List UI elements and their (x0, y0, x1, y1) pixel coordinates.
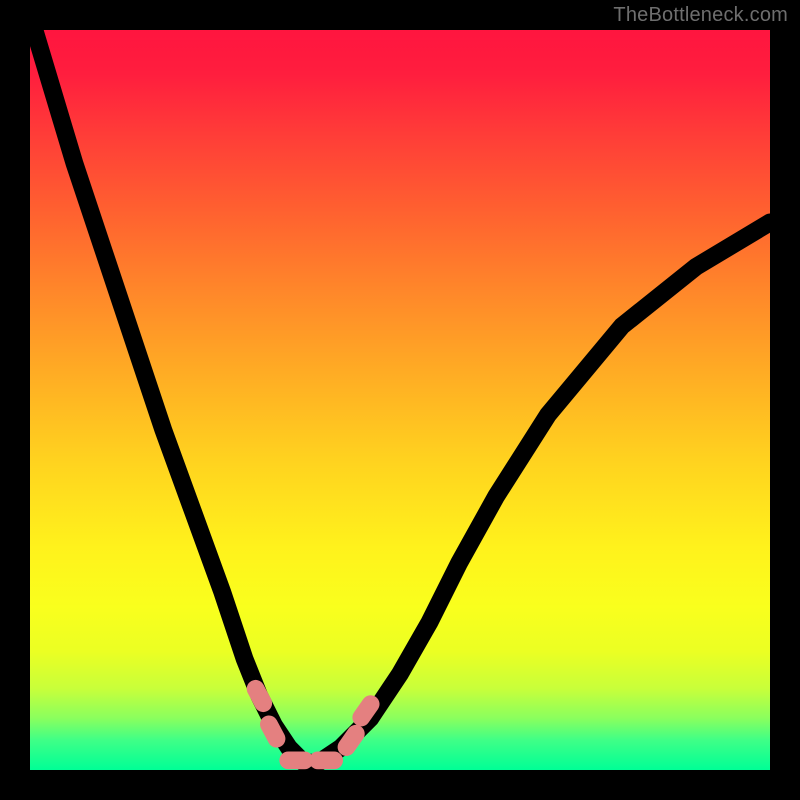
plot-area (30, 30, 770, 770)
watermark-text: TheBottleneck.com (613, 4, 788, 27)
chart-frame: TheBottleneck.com (0, 0, 800, 800)
curve-layer (30, 30, 770, 770)
curve-markers (244, 677, 383, 769)
curve-marker (309, 752, 343, 770)
curve-marker (279, 752, 313, 770)
bottleneck-curve (30, 30, 770, 763)
